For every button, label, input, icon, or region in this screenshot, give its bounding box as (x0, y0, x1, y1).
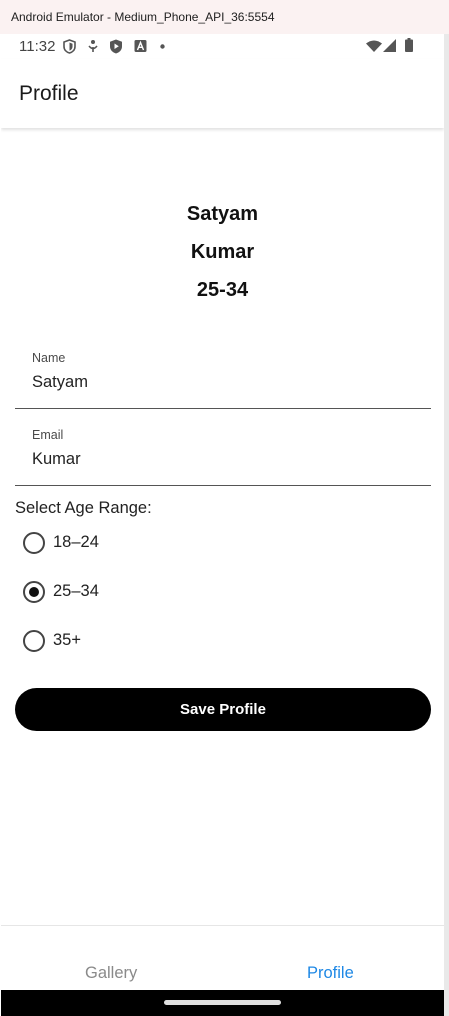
age-option-18-24[interactable]: 18–24 (21, 529, 221, 559)
bottom-navigation: Gallery Profile (1, 925, 444, 991)
radio-button[interactable] (23, 630, 45, 652)
summary-age: 25-34 (196, 279, 249, 301)
radio-button[interactable] (23, 532, 45, 554)
system-navigation-bar (1, 990, 444, 1016)
wifi-icon (366, 40, 382, 52)
shield-icon (63, 39, 76, 54)
status-bar: 11:32 (1, 34, 444, 59)
phone-screen: 11:32 Profile Satyam Kumar 25-34 Name Sa… (1, 34, 444, 1016)
age-option-25-34[interactable]: 25–34 (21, 578, 221, 608)
name-field[interactable]: Name (15, 351, 431, 409)
emulator-window-title: Android Emulator - Medium_Phone_API_36:5… (11, 10, 275, 24)
summary-email: Kumar (190, 241, 255, 263)
status-time: 11:32 (19, 38, 56, 55)
play-protect-icon (110, 39, 122, 54)
radio-selected-dot (29, 587, 39, 597)
name-input[interactable] (32, 373, 412, 392)
battery-icon (405, 38, 413, 52)
age-option-label: 18–24 (53, 533, 99, 551)
window-frame-edge (444, 34, 449, 1016)
page-title: Profile (19, 82, 79, 105)
age-option-label: 35+ (53, 631, 81, 649)
emulator-titlebar: Android Emulator - Medium_Phone_API_36:5… (0, 0, 449, 34)
app-bar: Profile (1, 59, 444, 128)
microphone-icon (88, 40, 98, 52)
email-field[interactable]: Email (15, 428, 431, 486)
notification-dot-icon (160, 44, 165, 49)
tab-gallery[interactable]: Gallery (85, 964, 137, 983)
text-a-icon (134, 40, 147, 52)
radio-button-selected[interactable] (23, 581, 45, 603)
tab-profile[interactable]: Profile (307, 964, 354, 983)
home-gesture-handle[interactable] (164, 1000, 281, 1005)
age-range-label: Select Age Range: (15, 499, 152, 517)
save-profile-button[interactable]: Save Profile (15, 688, 431, 731)
summary-name: Satyam (186, 203, 259, 225)
email-field-label: Email (32, 428, 64, 442)
cell-signal-icon (383, 39, 396, 52)
age-option-label: 25–34 (53, 582, 99, 600)
age-option-35-plus[interactable]: 35+ (21, 627, 221, 657)
name-field-label: Name (32, 351, 66, 365)
email-input[interactable] (32, 450, 412, 469)
